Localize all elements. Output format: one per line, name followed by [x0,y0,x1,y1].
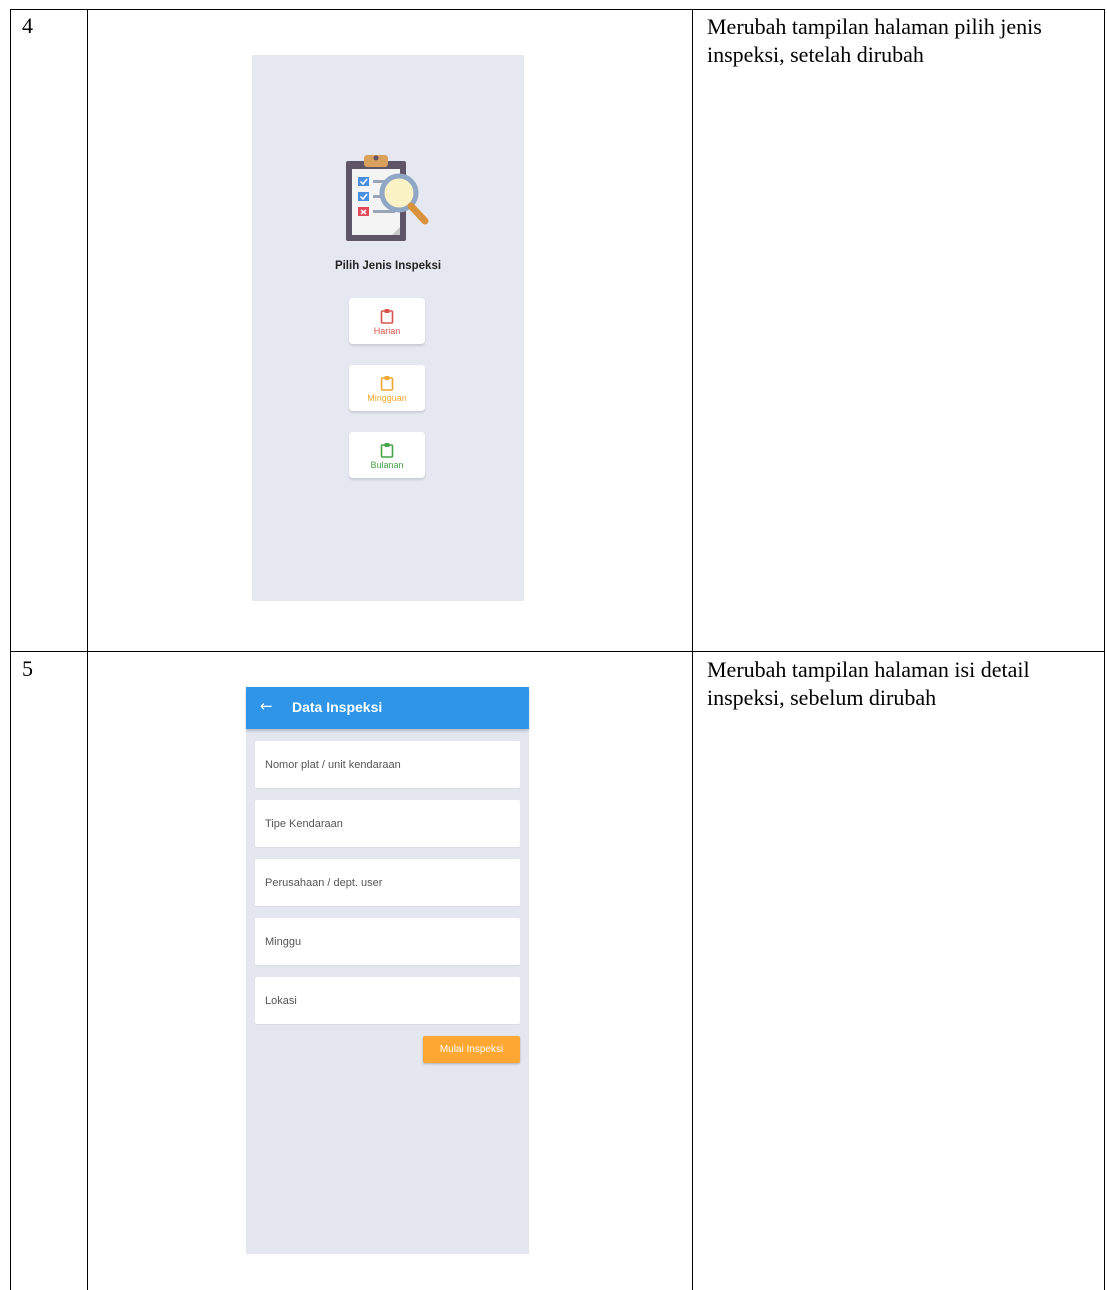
row-description: Merubah tampilan halaman pilih jenis ins… [707,14,1042,67]
harian-button[interactable]: Harian [349,298,425,344]
clipboard-icon [380,309,394,324]
app-bar-title: Data Inspeksi [292,699,383,715]
table-column-divider-1 [87,9,88,1290]
table-row-divider [10,651,1104,652]
mingguan-label: Mingguan [367,393,407,403]
clipboard-icon [380,443,394,458]
vehicle-type-field [255,800,520,847]
inspection-type-screen: Pilih Jenis Inspeksi Harian Mingguan Bul… [252,55,524,601]
table-border-top [10,9,1104,10]
screen-title: Pilih Jenis Inspeksi [334,260,442,272]
row-description: Merubah tampilan halaman isi detail insp… [707,657,1030,710]
table-border-left [10,9,11,1290]
clipboard-icon [380,376,394,391]
plate-number-input[interactable] [255,741,510,788]
plate-number-field [255,741,520,788]
app-bar: ← Data Inspeksi [246,687,529,729]
clipboard-magnifier-icon [346,155,429,241]
harian-label: Harian [373,326,401,336]
row-number: 4 [22,13,33,38]
week-field [255,918,520,965]
table-border-right [1104,9,1105,1290]
arrow-left-icon[interactable]: ← [260,697,273,715]
company-field [255,859,520,906]
vehicle-type-input[interactable] [255,800,510,847]
start-inspection-button[interactable]: Mulai Inspeksi [423,1036,520,1063]
location-field [255,977,520,1024]
bulanan-button[interactable]: Bulanan [349,432,425,478]
inspection-data-screen: ← Data Inspeksi Mulai Inspeksi [246,687,529,1254]
row-number: 5 [22,656,33,681]
location-input[interactable] [255,977,510,1024]
mingguan-button[interactable]: Mingguan [349,365,425,411]
company-input[interactable] [255,859,510,906]
table-column-divider-2 [692,9,693,1290]
bulanan-label: Bulanan [370,460,404,470]
week-input[interactable] [255,918,510,965]
